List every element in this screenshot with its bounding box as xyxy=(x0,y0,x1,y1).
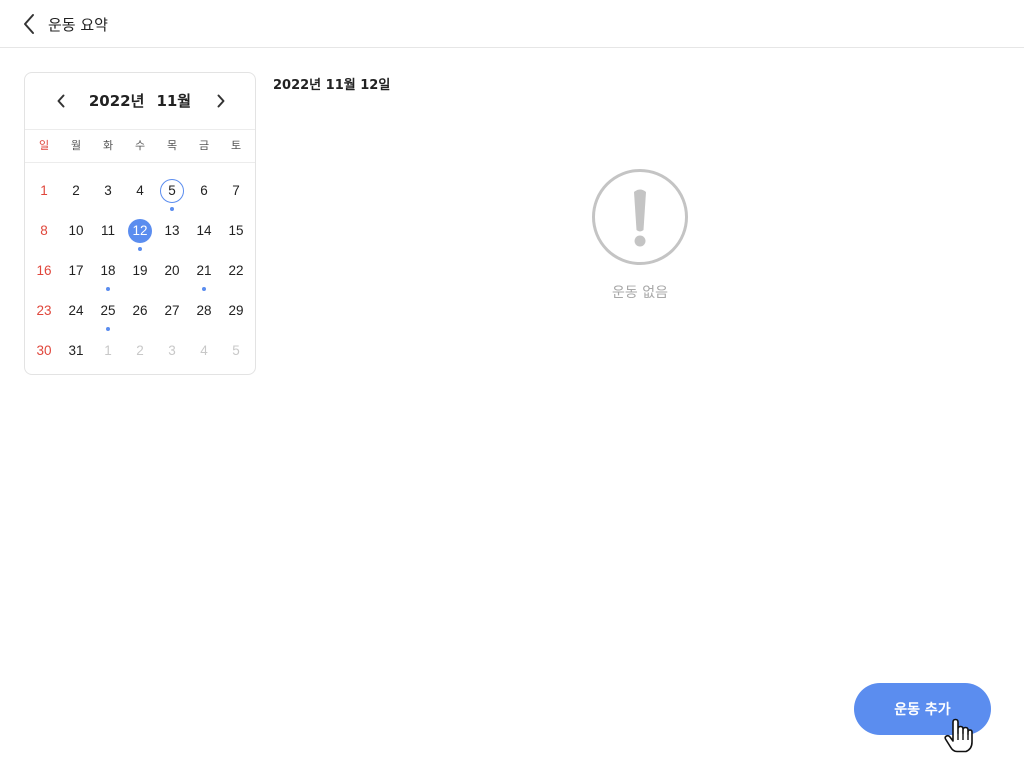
calendar-day-number: 1 xyxy=(40,183,48,198)
calendar-day[interactable]: 11 xyxy=(92,207,124,247)
calendar-day-number: 25 xyxy=(100,303,116,318)
calendar-day[interactable]: 31 xyxy=(60,327,92,367)
weekday-label: 일 xyxy=(38,139,50,152)
calendar-day-number: 3 xyxy=(104,183,112,198)
calendar-day-selected[interactable]: 12 xyxy=(124,207,156,251)
calendar-day[interactable]: 22 xyxy=(220,247,252,287)
calendar-day-number: 17 xyxy=(68,263,84,278)
calendar-day-number: 6 xyxy=(200,183,208,198)
calendar-day-number: 5 xyxy=(232,343,240,358)
calendar-day-number: 1 xyxy=(104,343,112,358)
calendar-day[interactable]: 4 xyxy=(124,167,156,207)
calendar: 2022년 11월 일 월 화 수 목 금 토 1 2 3 4 5 6 7 8 10 11 12 13 1… xyxy=(24,72,256,375)
calendar-day[interactable]: 19 xyxy=(124,247,156,287)
calendar-day-number: 16 xyxy=(36,263,52,278)
next-month-button[interactable] xyxy=(209,89,233,113)
calendar-year: 2022년 xyxy=(88,92,145,110)
calendar-day[interactable]: 18 xyxy=(92,247,124,291)
calendar-day[interactable]: 4 xyxy=(188,327,220,367)
calendar-day[interactable]: 14 xyxy=(188,207,220,247)
calendar-day-number: 14 xyxy=(196,223,212,238)
exclamation-circle-icon xyxy=(592,169,688,265)
weekday-label: 금 xyxy=(198,139,210,152)
calendar-day[interactable]: 25 xyxy=(92,287,124,331)
calendar-day-number: 3 xyxy=(168,343,176,358)
back-button[interactable] xyxy=(18,10,40,38)
calendar-day-number: 7 xyxy=(232,183,240,198)
calendar-day[interactable]: 5 xyxy=(220,327,252,367)
calendar-day-number: 8 xyxy=(40,223,48,238)
weekday-label: 토 xyxy=(230,139,242,152)
empty-state: 운동 없음 xyxy=(560,168,720,302)
calendar-grid: 1 2 3 4 5 6 7 8 10 11 12 13 14 15 16 17 18 19 20 21 22 23 24 25… xyxy=(25,163,255,367)
page-title: 운동 요약 xyxy=(48,16,108,34)
chevron-left-icon xyxy=(24,14,34,34)
calendar-day[interactable]: 15 xyxy=(220,207,252,247)
calendar-day-number: 27 xyxy=(164,303,180,318)
empty-state-text: 운동 없음 xyxy=(612,285,668,301)
calendar-day[interactable]: 7 xyxy=(220,167,252,207)
calendar-day[interactable]: 1 xyxy=(92,327,124,367)
calendar-week-row: 16 17 18 19 20 21 22 xyxy=(28,247,252,291)
calendar-day[interactable]: 23 xyxy=(28,287,60,327)
calendar-day-number: 21 xyxy=(196,263,212,278)
calendar-day[interactable]: 13 xyxy=(156,207,188,247)
calendar-week-row: 30 31 1 2 3 4 5 xyxy=(28,327,252,367)
weekday-header: 일 월 화 수 목 금 토 xyxy=(25,129,255,163)
app-header: 운동 요약 xyxy=(0,0,1024,48)
calendar-day[interactable]: 28 xyxy=(188,287,220,327)
calendar-day[interactable]: 20 xyxy=(156,247,188,287)
calendar-day-number: 2 xyxy=(72,183,80,198)
calendar-day[interactable]: 26 xyxy=(124,287,156,327)
calendar-day-number: 19 xyxy=(132,263,148,278)
calendar-day-number: 10 xyxy=(68,223,84,238)
calendar-day[interactable]: 24 xyxy=(60,287,92,327)
calendar-day-number: 5 xyxy=(160,179,184,203)
calendar-day-number: 28 xyxy=(196,303,212,318)
calendar-day[interactable]: 2 xyxy=(124,327,156,367)
calendar-day-number: 2 xyxy=(136,343,144,358)
add-workout-button[interactable]: 운동 추가 xyxy=(854,683,991,735)
calendar-day-number: 4 xyxy=(200,343,208,358)
weekday-label: 화 xyxy=(102,139,114,152)
calendar-day[interactable]: 30 xyxy=(28,327,60,367)
calendar-day-number: 11 xyxy=(100,223,115,238)
calendar-day-number: 13 xyxy=(164,223,180,238)
calendar-day[interactable]: 29 xyxy=(220,287,252,327)
calendar-day[interactable]: 27 xyxy=(156,287,188,327)
calendar-day-number: 23 xyxy=(36,303,52,318)
weekday-label: 월 xyxy=(70,139,82,152)
calendar-week-row: 23 24 25 26 27 28 29 xyxy=(28,287,252,331)
calendar-day-today[interactable]: 5 xyxy=(156,167,188,211)
calendar-day[interactable]: 2 xyxy=(60,167,92,207)
calendar-month: 11월 xyxy=(156,92,192,110)
calendar-day-number: 22 xyxy=(228,263,244,278)
calendar-day-number: 30 xyxy=(36,343,52,358)
calendar-day-number: 4 xyxy=(136,183,144,198)
selected-date-heading: 2022년 11월 12일 xyxy=(273,78,391,93)
calendar-day-number: 12 xyxy=(128,219,152,243)
weekday-label: 수 xyxy=(134,139,146,152)
calendar-day[interactable]: 10 xyxy=(60,207,92,247)
weekday-label: 목 xyxy=(166,139,178,152)
calendar-day[interactable]: 6 xyxy=(188,167,220,207)
calendar-week-row: 1 2 3 4 5 6 7 xyxy=(28,167,252,211)
calendar-day-number: 15 xyxy=(228,223,244,238)
calendar-day[interactable]: 21 xyxy=(188,247,220,291)
calendar-nav: 2022년 11월 xyxy=(25,73,255,129)
calendar-day[interactable]: 1 xyxy=(28,167,60,207)
chevron-right-icon xyxy=(217,94,225,108)
calendar-day-number: 26 xyxy=(132,303,148,318)
calendar-day-number: 29 xyxy=(228,303,244,318)
calendar-day-number: 24 xyxy=(68,303,84,318)
calendar-day-number: 20 xyxy=(164,263,180,278)
calendar-week-row: 8 10 11 12 13 14 15 xyxy=(28,207,252,251)
calendar-day[interactable]: 8 xyxy=(28,207,60,247)
calendar-day[interactable]: 3 xyxy=(92,167,124,207)
calendar-day[interactable]: 17 xyxy=(60,247,92,287)
calendar-day[interactable]: 16 xyxy=(28,247,60,287)
calendar-day[interactable]: 3 xyxy=(156,327,188,367)
calendar-day-number: 18 xyxy=(100,263,116,278)
calendar-day-number: 31 xyxy=(68,343,84,358)
